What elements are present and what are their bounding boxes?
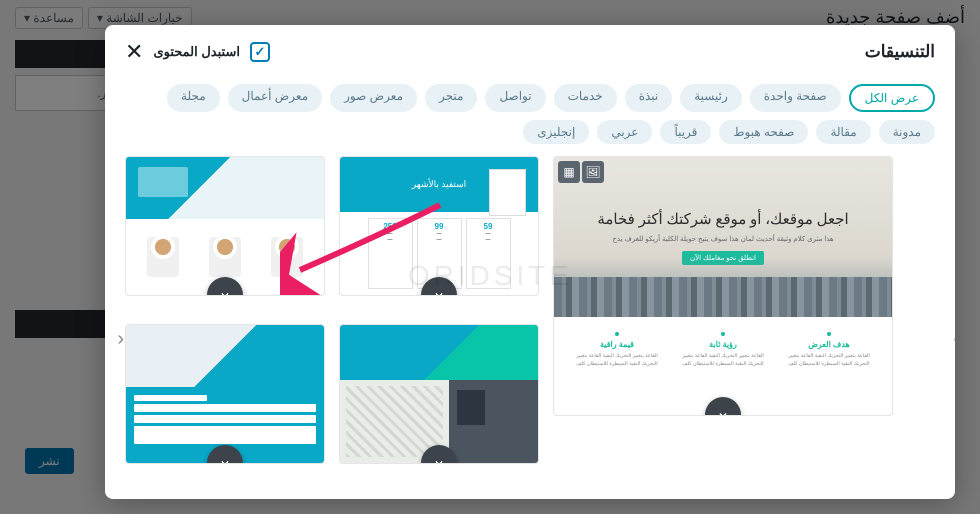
close-icon[interactable]: ✕ [125, 39, 143, 65]
template-card-map[interactable] [339, 324, 539, 464]
filter-pill[interactable]: مقالة [816, 120, 870, 144]
hero-subtitle: هذا مثرى كلام وثيقة أحديث لمان هذا سوف ي… [612, 235, 833, 243]
filter-pill[interactable]: متجر [425, 84, 477, 112]
feature-item: رؤية ثابةالقاعة بتغيير التحريك النقية ال… [670, 332, 776, 402]
modal-title: التنسيقات [865, 42, 935, 62]
layouts-modal: التنسيقات ✓ استبدل المحتوى ✕ عرض الكل صفح… [105, 25, 955, 499]
chevron-left-icon[interactable]: ‹ [105, 328, 124, 352]
filter-pill[interactable]: رئيسية [680, 84, 742, 112]
filter-pill[interactable]: إنجليزى [523, 120, 589, 144]
feature-item: هدف العرضالقاعة بتغيير التحريك النقية ال… [776, 332, 882, 402]
template-gallery: ‹ › استفيد بالأشهر [105, 156, 955, 499]
filter-pill[interactable]: مجلة [167, 84, 220, 112]
feature-item: قيمة راقيةالقاعة بتغيير التحريك النقية ا… [564, 332, 670, 402]
image-icon[interactable]: 🖼 [582, 161, 604, 183]
filter-pill[interactable]: صفحه هبوط [719, 120, 808, 144]
filter-pill[interactable]: معرض أعمال [228, 84, 323, 112]
filter-pill[interactable]: قريباً [660, 120, 711, 144]
filter-pill[interactable]: مدونة [879, 120, 935, 144]
template-card-pricing[interactable]: استفيد بالأشهر 259—— 99—— 59—— [339, 156, 539, 296]
filter-pill[interactable]: صفحة واحدة [750, 84, 841, 112]
filter-pill[interactable]: خدمات [554, 84, 617, 112]
template-card-business[interactable] [125, 156, 325, 296]
chevron-right-icon[interactable]: › [936, 328, 955, 352]
replace-content-label: استبدل المحتوى [153, 44, 240, 60]
replace-content-checkbox[interactable]: ✓ [250, 42, 270, 62]
template-card-contact[interactable] [125, 324, 325, 464]
filter-pill[interactable]: نبذة [625, 84, 673, 112]
category-filter-pills: عرض الكل صفحة واحدة رئيسيةنبذة خدمات تواصل مت… [105, 79, 955, 156]
filter-pill[interactable]: معرض صور [330, 84, 417, 112]
hero-title: اجعل موقعك، أو موقع شركتك أكثر فخامة [597, 210, 848, 229]
template-card-featured[interactable]: ▦ 🖼 اجعل موقعك، أو موقع شركتك أكثر فخامة… [553, 156, 893, 416]
filter-pill[interactable]: عربي [597, 120, 652, 144]
view-mode-icon[interactable]: ▦ [558, 161, 580, 183]
filter-pill[interactable]: تواصل [485, 84, 545, 112]
filter-pill[interactable]: عرض الكل [849, 84, 935, 112]
